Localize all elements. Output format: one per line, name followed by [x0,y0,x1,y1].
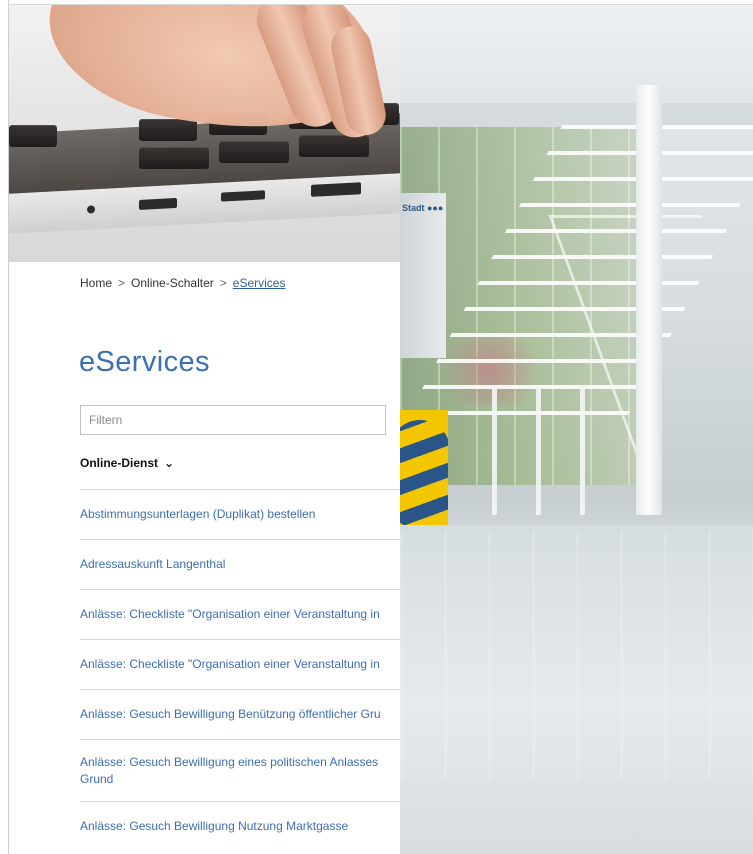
wall-sign-text: Stadt ●●● [402,203,444,213]
service-link[interactable]: Anlässe: Gesuch Bewilligung Benützung öf… [80,706,400,723]
breadcrumb-eservices[interactable]: eServices [233,276,286,290]
breadcrumb: Home > Online-Schalter > eServices [80,276,285,290]
list-item: Anlässe: Gesuch Bewilligung eines politi… [80,739,400,801]
railing-post [492,385,497,515]
key [139,147,209,169]
ceiling [400,5,753,115]
hdmi-port-icon [221,190,265,202]
hero-image-laptop-keyboard [9,5,400,262]
railing-post [536,385,541,515]
key [219,141,289,163]
key [139,119,197,141]
ethernet-port-icon [311,182,361,197]
filter-input[interactable] [80,405,386,435]
background-photo-atrium: Stadt ●●● [400,5,753,854]
ceiling-beam [400,103,753,127]
list-item: Anlässe: Checkliste "Organisation einer … [80,589,400,639]
breadcrumb-home[interactable]: Home [80,276,112,290]
service-link[interactable]: Anlässe: Checkliste "Organisation einer … [80,606,400,623]
chevron-down-icon: ⌄ [164,456,175,470]
usb-port-icon [139,197,177,210]
service-link[interactable]: Anlässe: Gesuch Bewilligung eines politi… [80,754,400,788]
page-title: eServices [79,346,210,378]
railing-post [580,385,585,515]
yellow-blue-kiosk [400,410,448,530]
breadcrumb-separator: > [219,276,227,290]
wall-sign [400,193,446,358]
list-item: Anlässe: Checkliste "Organisation einer … [80,639,400,689]
service-link[interactable]: Adressauskunft Langenthal [80,556,400,573]
floor-reflection [400,530,753,780]
column-header-label: Online-Dienst [80,456,159,470]
key [299,135,369,157]
service-link[interactable]: Anlässe: Gesuch Bewilligung Nutzung Mark… [80,818,400,835]
audio-port-icon [87,205,95,214]
column [636,85,662,515]
service-link[interactable]: Abstimmungsunterlagen (Duplikat) bestell… [80,506,400,523]
list-item: Adressauskunft Langenthal [80,539,400,589]
sort-header-online-dienst[interactable]: Online-Dienst ⌄ [80,456,174,470]
list-item: Anlässe: Gesuch Bewilligung Benützung öf… [80,689,400,739]
service-link[interactable]: Anlässe: Checkliste "Organisation einer … [80,656,400,673]
key [9,125,57,147]
breadcrumb-online-schalter[interactable]: Online-Schalter [131,276,214,290]
list-item: Abstimmungsunterlagen (Duplikat) bestell… [80,489,400,539]
breadcrumb-separator: > [118,276,126,290]
service-list: Abstimmungsunterlagen (Duplikat) bestell… [80,489,400,851]
list-item: Anlässe: Gesuch Bewilligung Nutzung Mark… [80,801,400,851]
